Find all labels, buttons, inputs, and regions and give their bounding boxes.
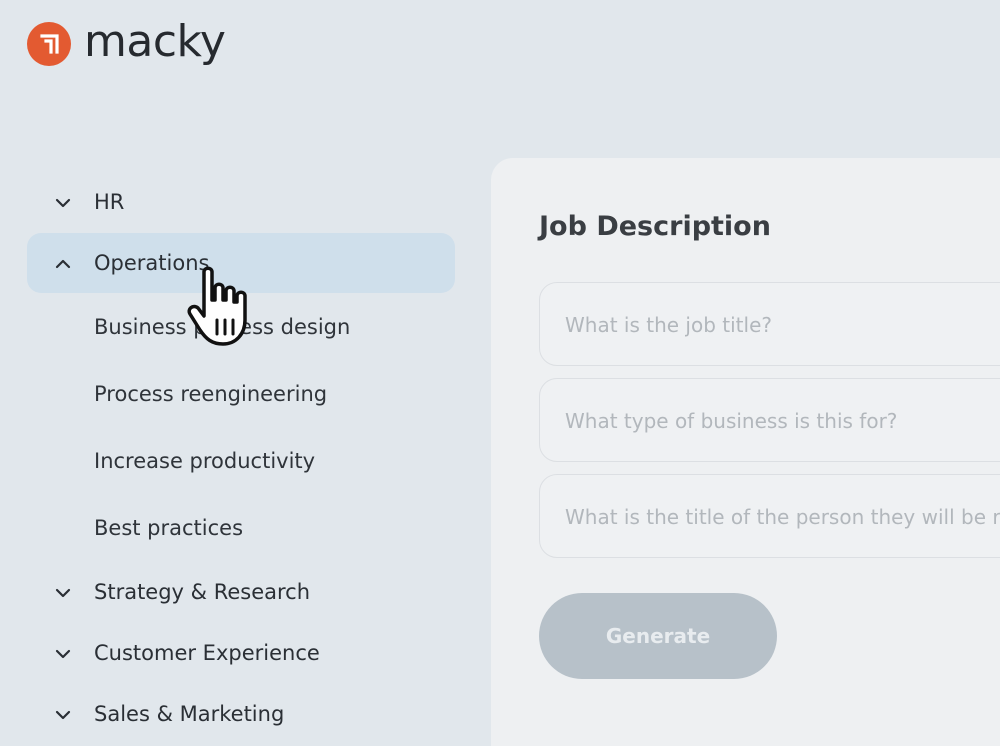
hand-pointer-cursor-icon bbox=[187, 266, 247, 346]
job-title-field[interactable] bbox=[539, 282, 1000, 367]
sidebar-item-best-practices[interactable]: Best practices bbox=[94, 508, 243, 548]
sidebar-item-process-reengineering[interactable]: Process reengineering bbox=[94, 374, 327, 414]
business-type-field[interactable] bbox=[539, 378, 1000, 463]
sidebar-category-hr[interactable]: HR bbox=[27, 172, 455, 232]
sidebar-category-strategy-research[interactable]: Strategy & Research bbox=[27, 562, 455, 622]
reports-to-input[interactable] bbox=[563, 475, 1000, 559]
panel-title: Job Description bbox=[539, 211, 771, 242]
job-title-input[interactable] bbox=[563, 283, 1000, 367]
sidebar-category-label: Customer Experience bbox=[94, 641, 320, 665]
brand-name: macky bbox=[84, 16, 226, 67]
logo-mark-icon bbox=[27, 22, 71, 66]
chevron-down-icon bbox=[55, 649, 71, 659]
generate-button[interactable]: Generate bbox=[539, 593, 777, 679]
app-window: macky HR Operations Business process des… bbox=[0, 0, 1000, 746]
business-type-input[interactable] bbox=[563, 379, 1000, 463]
chevron-down-icon bbox=[55, 588, 71, 598]
sidebar-item-increase-productivity[interactable]: Increase productivity bbox=[94, 441, 315, 481]
sidebar-category-customer-experience[interactable]: Customer Experience bbox=[27, 623, 455, 683]
chevron-up-icon bbox=[55, 259, 71, 269]
reports-to-field[interactable] bbox=[539, 474, 1000, 559]
chevron-down-icon bbox=[55, 198, 71, 208]
sidebar-category-label: Sales & Marketing bbox=[94, 702, 285, 726]
job-description-panel: Job Description Generate bbox=[491, 158, 1000, 746]
sidebar-category-label: Strategy & Research bbox=[94, 580, 311, 604]
sidebar-category-label: HR bbox=[94, 190, 125, 214]
brand-logo[interactable]: macky bbox=[27, 16, 226, 67]
chevron-down-icon bbox=[55, 710, 71, 720]
sidebar-category-sales-marketing[interactable]: Sales & Marketing bbox=[27, 684, 455, 744]
